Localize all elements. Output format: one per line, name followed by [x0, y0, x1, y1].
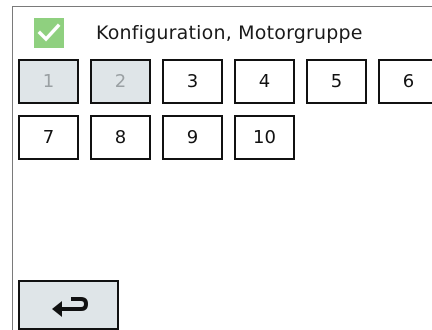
motor-group-grid: 1 2 3 4 5 6 7 8 9 10 [18, 59, 432, 179]
back-button[interactable] [18, 280, 119, 330]
group-button-2[interactable]: 2 [90, 59, 151, 104]
group-button-6[interactable]: 6 [378, 59, 432, 104]
return-arrow-icon [52, 297, 88, 317]
group-button-9[interactable]: 9 [162, 115, 223, 160]
group-button-10[interactable]: 10 [234, 115, 295, 160]
checkmark-icon[interactable] [34, 18, 64, 48]
touch-screen: Konfiguration, Motorgruppe 1 2 3 4 5 6 7… [12, 6, 432, 330]
group-button-1[interactable]: 1 [18, 59, 79, 104]
page-title: Konfiguration, Motorgruppe [96, 22, 363, 44]
group-button-7[interactable]: 7 [18, 115, 79, 160]
group-button-4[interactable]: 4 [234, 59, 295, 104]
group-button-8[interactable]: 8 [90, 115, 151, 160]
group-button-3[interactable]: 3 [162, 59, 223, 104]
group-button-5[interactable]: 5 [306, 59, 367, 104]
header-bar: Konfiguration, Motorgruppe [13, 7, 432, 57]
